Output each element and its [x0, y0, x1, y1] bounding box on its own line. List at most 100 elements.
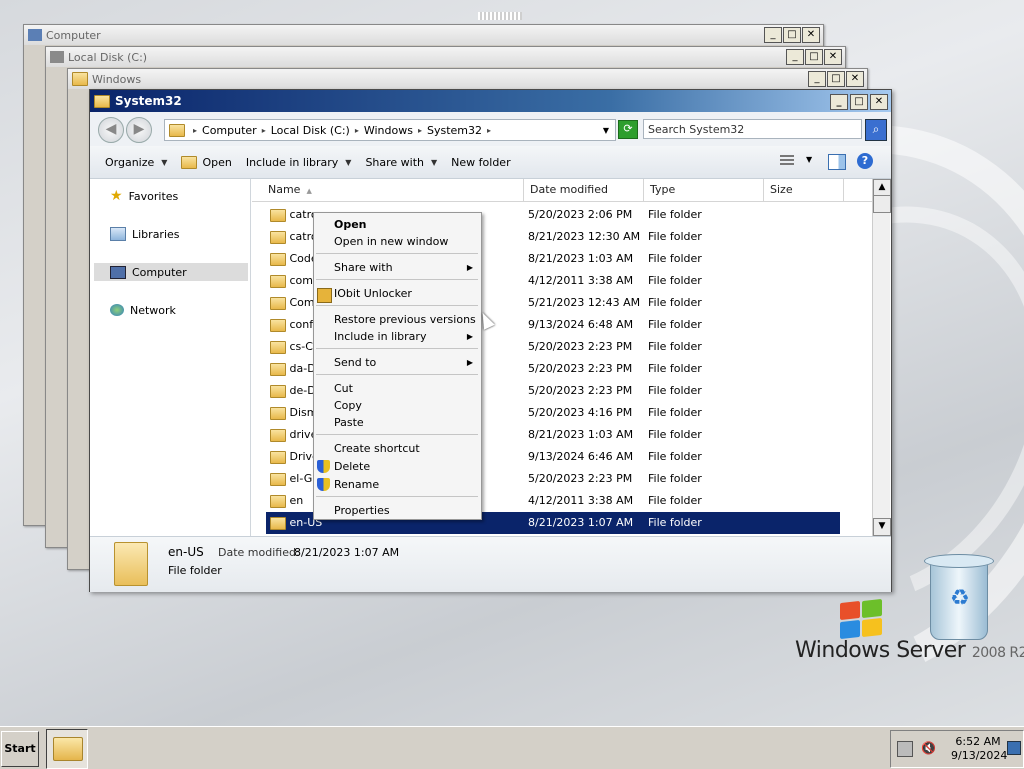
- include-in-library-button[interactable]: Include in library ▼: [239, 156, 359, 169]
- nav-favorites[interactable]: ★ Favorites: [94, 187, 248, 205]
- minimize-button[interactable]: _: [764, 27, 782, 43]
- menu-separator: [316, 496, 478, 497]
- file-date: 5/20/2023 2:23 PM: [528, 384, 633, 397]
- open-button[interactable]: Open: [174, 155, 238, 169]
- menu-item-cut[interactable]: Cut: [334, 380, 479, 397]
- close-button[interactable]: ✕: [846, 71, 864, 87]
- recycle-bin-icon[interactable]: ♻: [922, 552, 994, 642]
- breadcrumb-windows[interactable]: Windows: [361, 124, 416, 137]
- share-with-button[interactable]: Share with ▼: [358, 156, 444, 169]
- organize-button[interactable]: Organize ▼: [98, 156, 174, 169]
- column-header-date[interactable]: Date modified: [524, 179, 644, 201]
- search-input[interactable]: Search System32: [643, 119, 862, 139]
- folder-icon: [270, 516, 286, 530]
- show-desktop-icon[interactable]: [1007, 741, 1021, 755]
- breadcrumb-computer[interactable]: Computer: [199, 124, 260, 137]
- refresh-button[interactable]: ⟳: [618, 120, 638, 139]
- menu-separator: [316, 434, 478, 435]
- breadcrumb-arrow-icon[interactable]: ▸: [416, 126, 424, 135]
- folder-icon: [270, 296, 286, 310]
- menu-item-properties[interactable]: Properties: [334, 502, 479, 519]
- context-menu: Open Open in new window Share with ▶ IObi…: [313, 212, 482, 520]
- nav-network[interactable]: Network: [94, 301, 248, 319]
- breadcrumb-arrow-icon[interactable]: ▸: [191, 126, 199, 135]
- sort-indicator-icon: ▲: [306, 187, 312, 195]
- menu-item-include-in-library[interactable]: Include in library ▶: [334, 328, 479, 345]
- back-button[interactable]: ◀: [98, 117, 124, 143]
- menu-item-create-shortcut[interactable]: Create shortcut: [334, 440, 479, 457]
- explorer-folder-icon: [53, 737, 83, 761]
- address-bar[interactable]: ▸ Computer ▸ Local Disk (C:) ▸ Windows ▸…: [164, 119, 616, 141]
- maximize-button[interactable]: □: [850, 94, 868, 110]
- address-dropdown-icon[interactable]: ▼: [603, 126, 609, 135]
- search-icon[interactable]: ⌕: [865, 119, 887, 141]
- file-date: 4/12/2011 3:38 AM: [528, 494, 634, 507]
- help-icon[interactable]: ?: [857, 153, 873, 169]
- menu-item-send-to[interactable]: Send to ▶: [334, 354, 479, 371]
- column-header-size[interactable]: Size: [764, 179, 844, 201]
- menu-item-iobit-unlocker[interactable]: IObit Unlocker: [334, 285, 479, 302]
- navigation-pane: ★ Favorites Libraries Computer Network: [90, 179, 251, 536]
- minimize-button[interactable]: _: [830, 94, 848, 110]
- organize-label: Organize: [105, 155, 155, 169]
- menu-item-share-with[interactable]: Share with ▶: [334, 259, 479, 276]
- file-type: File folder: [648, 428, 702, 441]
- close-button[interactable]: ✕: [802, 27, 820, 43]
- minimize-button[interactable]: _: [808, 71, 826, 87]
- view-options-icon[interactable]: [780, 155, 794, 167]
- windows-logo-icon: [838, 598, 884, 640]
- menu-item-copy[interactable]: Copy: [334, 397, 479, 414]
- file-name: da-D: [289, 362, 316, 375]
- file-date: 8/21/2023 12:30 AM: [528, 230, 641, 243]
- breadcrumb-arrow-icon[interactable]: ▸: [485, 126, 493, 135]
- menu-item-open-new-window[interactable]: Open in new window: [334, 233, 479, 250]
- nav-computer[interactable]: Computer: [94, 263, 248, 281]
- file-type: File folder: [648, 340, 702, 353]
- breadcrumb-arrow-icon[interactable]: ▸: [353, 126, 361, 135]
- close-button[interactable]: ✕: [870, 94, 888, 110]
- menu-item-open[interactable]: Open: [334, 216, 479, 233]
- file-date: 4/12/2011 3:38 AM: [528, 274, 634, 287]
- network-status-icon[interactable]: [897, 741, 913, 757]
- column-header-name[interactable]: Name ▲: [252, 179, 524, 201]
- file-date: 9/13/2024 6:46 AM: [528, 450, 634, 463]
- library-icon: [110, 227, 126, 241]
- close-button[interactable]: ✕: [824, 49, 842, 65]
- windows-server-brand: Windows Server 2008 R2: [795, 638, 1024, 663]
- file-type: File folder: [648, 296, 702, 309]
- menu-item-delete[interactable]: Delete: [334, 458, 479, 475]
- file-type: File folder: [648, 384, 702, 397]
- maximize-button[interactable]: □: [827, 71, 845, 87]
- taskbar-explorer-button[interactable]: [46, 729, 88, 769]
- computer-icon: [28, 29, 42, 41]
- breadcrumb-local-disk[interactable]: Local Disk (C:): [268, 124, 353, 137]
- new-folder-button[interactable]: New folder: [444, 156, 517, 169]
- start-button[interactable]: Start: [1, 731, 39, 767]
- maximize-button[interactable]: □: [805, 49, 823, 65]
- breadcrumb-system32[interactable]: System32: [424, 124, 485, 137]
- window-title: Windows: [92, 72, 142, 86]
- submenu-arrow-icon: ▶: [466, 358, 473, 367]
- vertical-scrollbar[interactable]: ▲ ▼: [872, 179, 891, 536]
- file-type: File folder: [648, 274, 702, 287]
- menu-item-paste[interactable]: Paste: [334, 414, 479, 431]
- scroll-down-button[interactable]: ▼: [873, 518, 891, 536]
- breadcrumb-arrow-icon[interactable]: ▸: [260, 126, 268, 135]
- column-header-type[interactable]: Type: [644, 179, 764, 201]
- clock[interactable]: 6:52 AM 9/13/2024: [951, 735, 1007, 763]
- scroll-thumb[interactable]: [873, 195, 891, 213]
- top-notch: [478, 12, 522, 20]
- menu-item-rename[interactable]: Rename: [334, 476, 479, 493]
- preview-pane-icon[interactable]: [828, 154, 846, 170]
- view-chevron-down-icon[interactable]: ▼: [806, 155, 812, 164]
- title-bar[interactable]: System32 _ □ ✕: [90, 90, 891, 112]
- folder-icon: [270, 230, 286, 244]
- forward-button[interactable]: ▶: [126, 117, 152, 143]
- minimize-button[interactable]: _: [786, 49, 804, 65]
- volume-muted-icon[interactable]: 🔇: [921, 741, 936, 755]
- nav-libraries[interactable]: Libraries: [94, 225, 248, 243]
- maximize-button[interactable]: □: [783, 27, 801, 43]
- menu-item-label: Include in library: [334, 330, 427, 343]
- explorer-window-system32[interactable]: System32 _ □ ✕ ◀ ▶ ▸ Computer ▸ Local Di…: [89, 89, 892, 592]
- menu-item-restore-previous-versions[interactable]: Restore previous versions: [334, 311, 479, 328]
